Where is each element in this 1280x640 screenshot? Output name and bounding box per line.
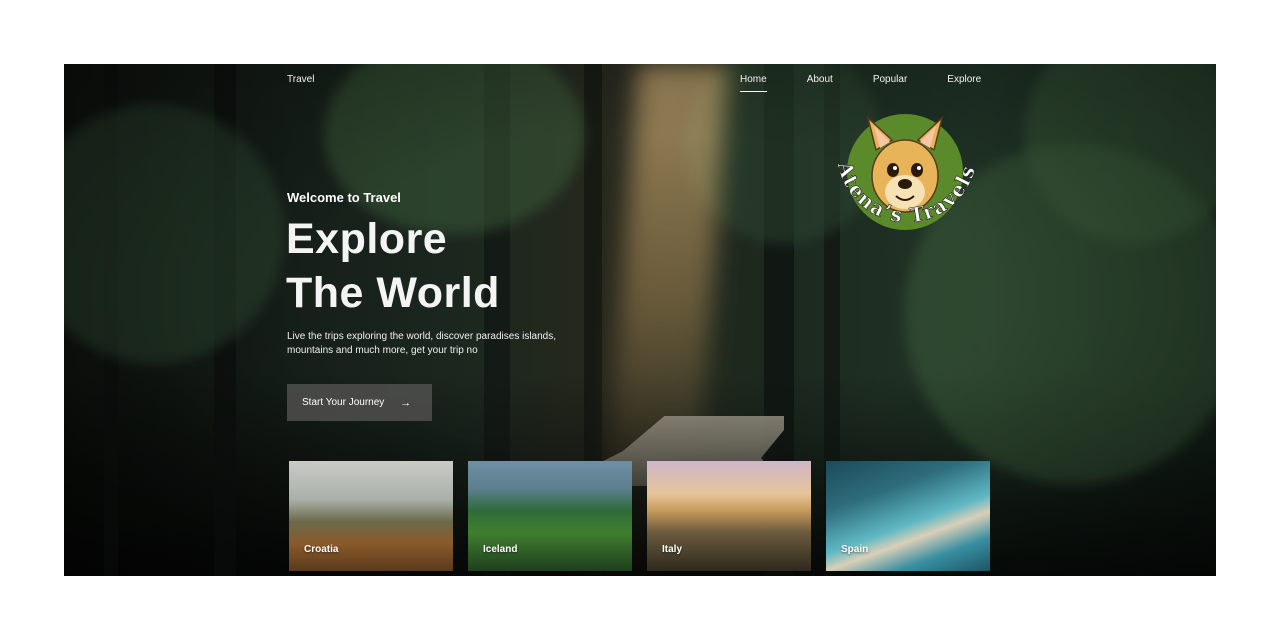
hero-section: Travel Home About Popular Explore Welcom… — [64, 64, 1216, 576]
title-line-2: The World — [286, 269, 500, 317]
destination-card-iceland[interactable]: Iceland — [468, 461, 632, 571]
destination-card-croatia[interactable]: Croatia — [289, 461, 453, 571]
hero-description: Live the trips exploring the world, disc… — [287, 331, 557, 356]
destination-label: Iceland — [483, 544, 518, 555]
nav-explore[interactable]: Explore — [947, 74, 981, 85]
destination-card-italy[interactable]: Italy — [647, 461, 811, 571]
destination-label: Croatia — [304, 544, 339, 555]
welcome-text: Welcome to Travel — [287, 190, 401, 205]
main-nav: Home About Popular Explore — [740, 74, 981, 92]
arrow-right-icon: → — [400, 396, 412, 409]
title-line-1: Explore — [286, 215, 448, 263]
atenas-travels-logo: Atena’s Travels — [832, 114, 979, 230]
sunbeam — [610, 64, 728, 464]
start-journey-button[interactable]: Start Your Journey → — [287, 384, 432, 421]
foliage — [64, 104, 284, 364]
foliage — [324, 64, 584, 234]
destination-label: Spain — [841, 544, 869, 555]
nav-home[interactable]: Home — [740, 74, 767, 92]
destination-card-spain[interactable]: Spain — [826, 461, 990, 571]
nav-about[interactable]: About — [807, 74, 833, 85]
nav-popular[interactable]: Popular — [873, 74, 907, 85]
destination-label: Italy — [662, 544, 683, 555]
brand-link[interactable]: Travel — [287, 74, 314, 85]
start-journey-label: Start Your Journey — [302, 397, 385, 408]
page-title: Explore The World — [286, 212, 500, 320]
